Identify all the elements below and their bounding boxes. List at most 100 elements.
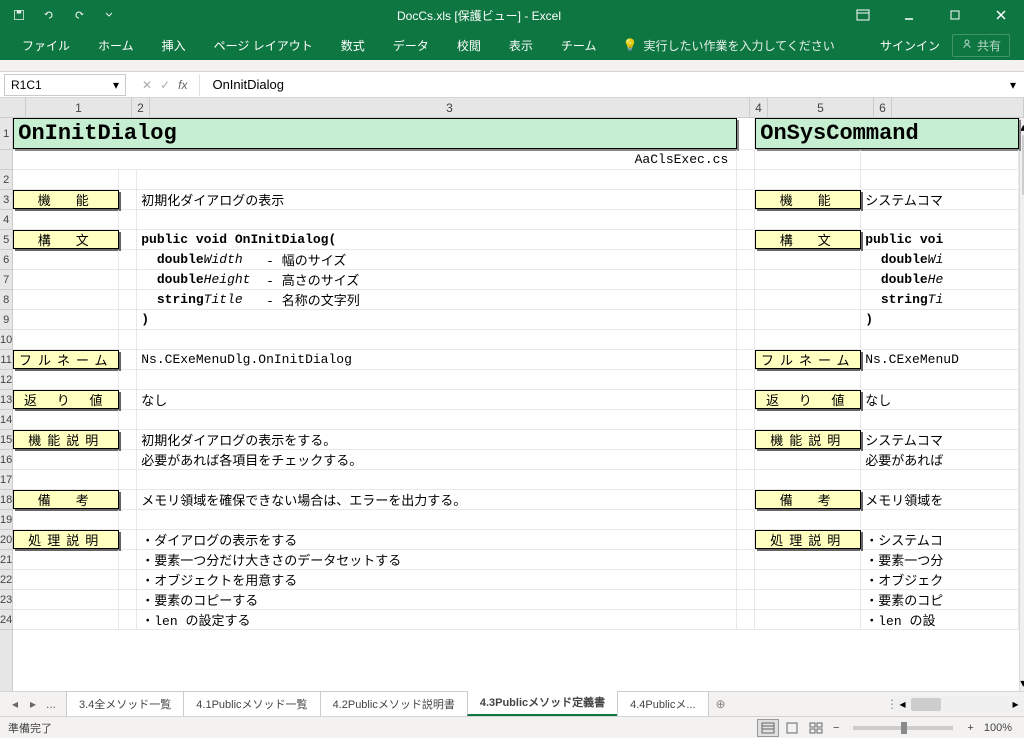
cell[interactable] [13,510,119,529]
hscroll-thumb[interactable] [911,698,941,711]
cell[interactable] [13,330,119,349]
cell[interactable]: 備 考 [13,490,119,509]
sheet-tab[interactable]: 4.1Publicメソッド一覧 [183,691,320,716]
cell[interactable]: 必要があれば [861,450,1019,469]
cell[interactable] [13,410,119,429]
cell[interactable]: 初期化ダイアログの表示をする。 [137,430,737,449]
sheet-nav-ellipsis[interactable]: ... [44,697,58,711]
ribbon-display-icon[interactable] [840,0,886,30]
row-header[interactable]: 24 [0,610,12,630]
cell[interactable] [737,390,755,409]
cell[interactable]: 構 文 [755,230,861,249]
row-header[interactable]: 23 [0,590,12,610]
row-header[interactable]: 22 [0,570,12,590]
ribbon-tab[interactable]: 挿入 [148,30,200,60]
cell[interactable]: OnInitDialog [13,118,737,149]
cell[interactable] [737,510,755,529]
cell[interactable]: 構 文 [13,230,119,249]
cell[interactable] [737,210,755,229]
cell[interactable]: 備 考 [755,490,861,509]
cell[interactable] [119,350,137,369]
cell[interactable]: 返 り 値 [755,390,861,409]
cell[interactable] [119,590,137,609]
ribbon-tab[interactable]: ファイル [8,30,84,60]
horizontal-scrollbar[interactable]: ◂ ▸ [894,696,1024,713]
cell[interactable] [119,510,137,529]
ribbon-tab[interactable]: ページ レイアウト [200,30,327,60]
cell[interactable]: string Title - 名称の文字列 [137,290,737,309]
cell[interactable] [737,350,755,369]
cell[interactable] [755,610,861,629]
sheet-nav-next-icon[interactable]: ▸ [26,697,40,711]
cell[interactable]: ) [861,310,1019,329]
cell[interactable]: フルネーム [13,350,119,369]
row-header[interactable]: 14 [0,410,12,430]
row-header[interactable]: 16 [0,450,12,470]
cell[interactable] [861,210,1019,229]
tell-me[interactable]: 💡 実行したい作業を入力してください [622,37,834,54]
cell[interactable] [737,270,755,289]
cell[interactable] [755,590,861,609]
row-header[interactable]: 2 [0,170,12,190]
cell[interactable] [755,410,861,429]
cell[interactable] [119,470,137,489]
cell[interactable]: ・オブジェクトを用意する [137,570,737,589]
cell[interactable]: 機能説明 [755,430,861,449]
cell[interactable] [119,610,137,629]
zoom-out-button[interactable]: − [827,722,845,734]
cell[interactable] [119,290,137,309]
cell[interactable] [861,410,1019,429]
cell[interactable]: 機能説明 [13,430,119,449]
view-page-break-icon[interactable] [805,719,827,737]
cell[interactable] [119,270,137,289]
cell[interactable]: ) [137,310,737,329]
cell[interactable]: double He [861,270,1019,289]
cell[interactable] [755,470,861,489]
cell[interactable]: ・len の設 [861,610,1019,629]
cell[interactable] [119,570,137,589]
cell[interactable] [737,550,755,569]
cell[interactable]: 機 能 [755,190,861,209]
zoom-slider[interactable] [853,726,953,730]
cell[interactable]: ・len の設定する [137,610,737,629]
cell[interactable] [13,550,119,569]
cell[interactable] [119,530,137,549]
cell[interactable] [737,170,755,189]
vertical-scrollbar[interactable]: ▴ ▾ [1019,118,1024,691]
cell[interactable] [119,190,137,209]
cell[interactable] [737,370,755,389]
cell[interactable] [119,410,137,429]
sheet-tab[interactable]: 3.4全メソッド一覧 [66,691,184,716]
scroll-left-icon[interactable]: ◂ [894,696,911,713]
cell[interactable]: 初期化ダイアログの表示 [137,190,737,209]
cell[interactable] [119,390,137,409]
add-sheet-button[interactable]: ⊕ [708,697,734,711]
cell[interactable] [13,310,119,329]
ribbon-tab[interactable]: 数式 [327,30,379,60]
row-header[interactable]: 10 [0,330,12,350]
row-header[interactable]: 15 [0,430,12,450]
cell[interactable] [861,510,1019,529]
column-header[interactable]: 5 [768,98,874,117]
cell[interactable]: メモリ領域を [861,490,1019,509]
zoom-in-button[interactable]: + [961,722,979,734]
cell[interactable] [119,310,137,329]
minimize-button[interactable] [886,0,932,30]
cell[interactable]: フルネーム [755,350,861,369]
cell[interactable] [755,150,861,169]
cell[interactable]: double Height - 高さのサイズ [137,270,737,289]
sheet-nav-prev-icon[interactable]: ◂ [8,697,22,711]
cell[interactable]: 機 能 [13,190,119,209]
cell[interactable] [861,470,1019,489]
cell[interactable] [137,410,737,429]
cell[interactable]: double Width - 幅のサイズ [137,250,737,269]
cell[interactable] [119,230,137,249]
cell[interactable]: ・要素一つ分だけ大きさのデータセットする [137,550,737,569]
cell[interactable]: 処理説明 [13,530,119,549]
cell[interactable] [737,310,755,329]
maximize-button[interactable] [932,0,978,30]
formula-input[interactable]: OnInitDialog [200,77,1002,92]
cell[interactable] [861,170,1019,189]
column-header[interactable]: 6 [874,98,892,117]
cell[interactable]: OnSysCommand [755,118,1019,149]
